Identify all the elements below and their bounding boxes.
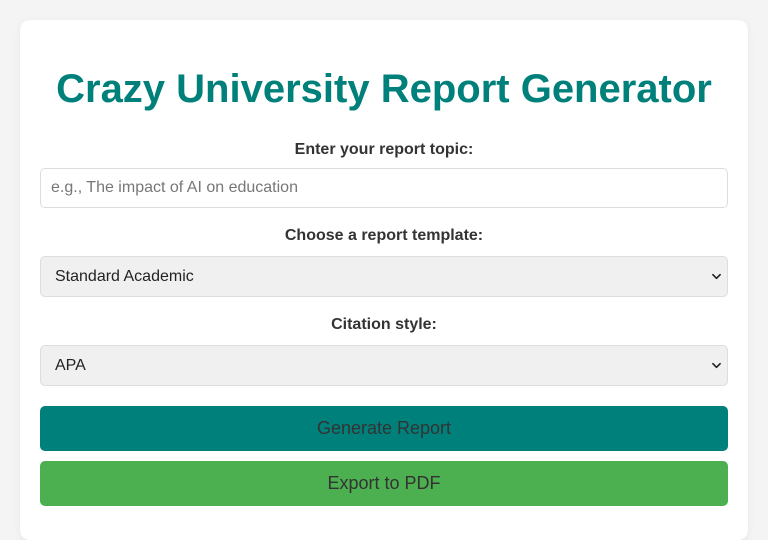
- report-generator-card: Crazy University Report Generator Enter …: [20, 20, 748, 540]
- citation-selected-value: APA: [55, 357, 86, 374]
- chevron-down-icon: [712, 362, 721, 369]
- template-selected-value: Standard Academic: [55, 268, 194, 285]
- page-title: Crazy University Report Generator: [56, 67, 712, 111]
- topic-input[interactable]: [40, 168, 728, 208]
- template-select[interactable]: Standard Academic: [40, 256, 728, 297]
- generate-report-button[interactable]: Generate Report: [40, 406, 728, 451]
- export-pdf-button[interactable]: Export to PDF: [40, 461, 728, 506]
- chevron-down-icon: [712, 273, 721, 280]
- citation-label: Citation style:: [331, 316, 437, 333]
- topic-label: Enter your report topic:: [294, 141, 474, 158]
- citation-select[interactable]: APA: [40, 345, 728, 386]
- template-label: Choose a report template:: [284, 227, 484, 244]
